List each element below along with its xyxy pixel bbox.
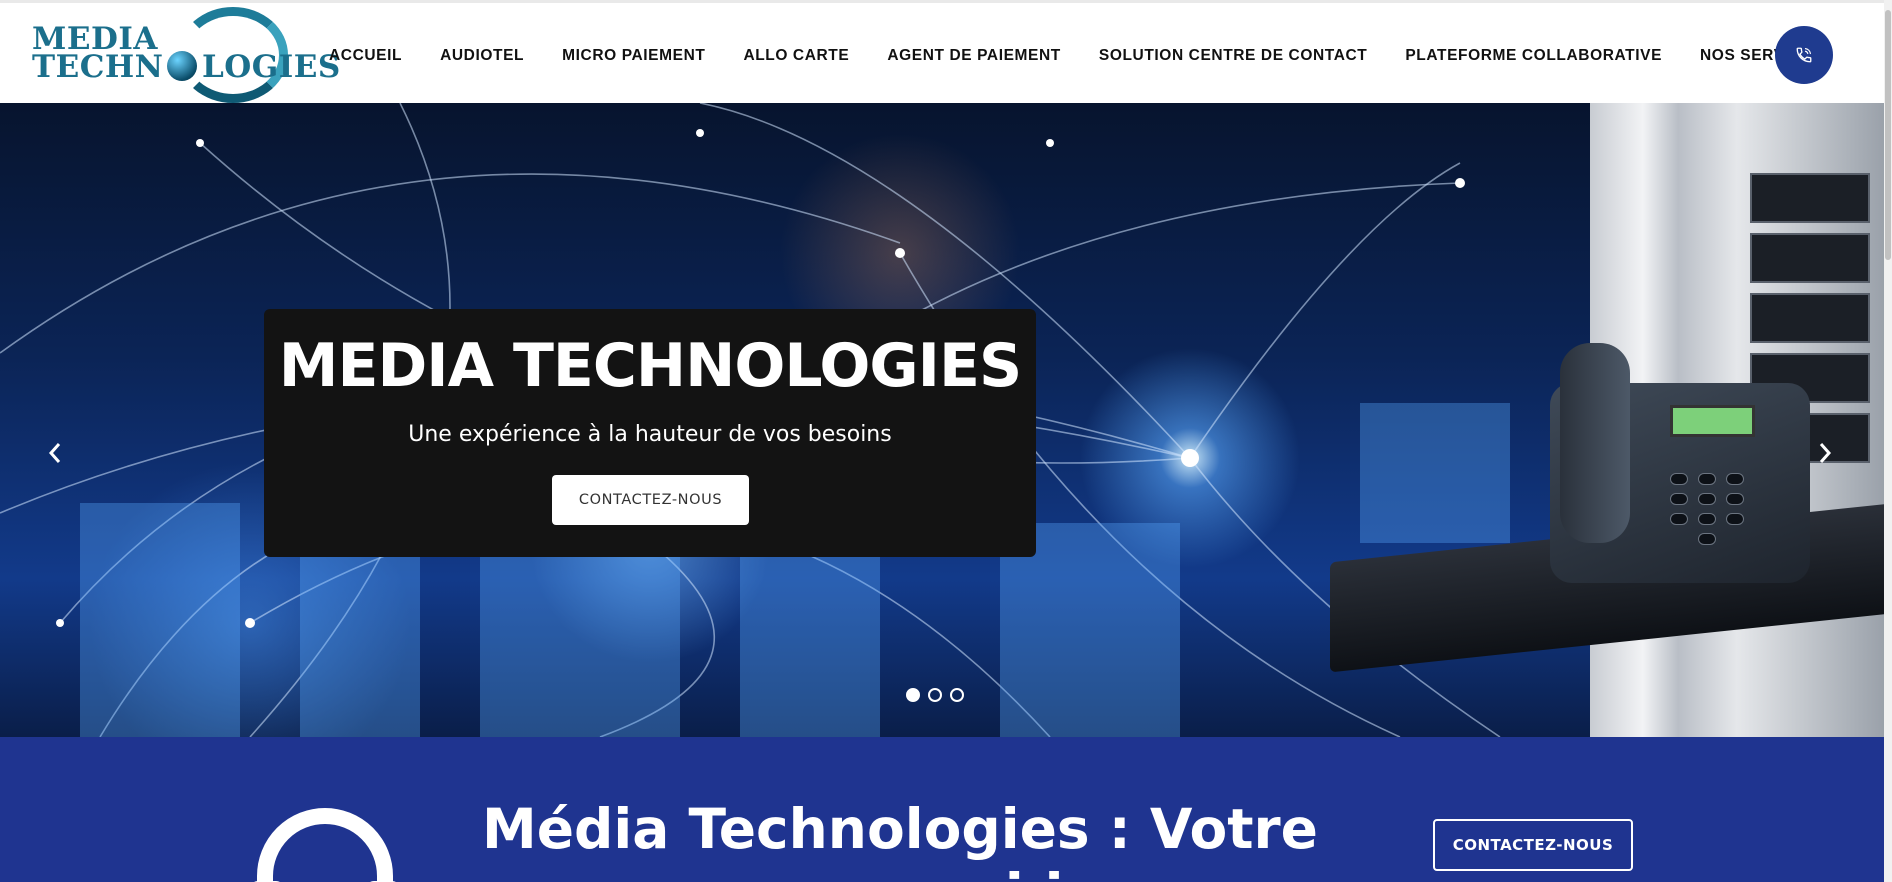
slider-pagination: [906, 688, 964, 702]
phone-call-button[interactable]: [1775, 26, 1833, 84]
nav-item-solution-centre-de-contact[interactable]: SOLUTION CENTRE DE CONTACT: [1099, 47, 1367, 65]
phone-key: [1726, 473, 1744, 485]
desk-phone-graphic: [1550, 343, 1810, 583]
slider-dot-1[interactable]: [906, 688, 920, 702]
hero-title: MEDIA TECHNOLOGIES: [278, 331, 1022, 401]
slider-dot-3[interactable]: [950, 688, 964, 702]
phone-key: [1698, 533, 1716, 545]
phone-display: [1670, 405, 1755, 437]
phone-key: [1698, 473, 1716, 485]
logo-globe-graphic: [167, 51, 197, 81]
phone-icon: [1796, 47, 1812, 63]
site-header: MEDIA TECHN LOGIES ACCUEIL AUDIOTEL MICRO…: [0, 0, 1892, 103]
page-scrollbar[interactable]: [1884, 0, 1892, 882]
logo-text-line2-end: LOGIES: [202, 49, 341, 85]
phone-handset: [1560, 343, 1630, 543]
rack-unit: [1750, 233, 1870, 283]
phone-key: [1698, 513, 1716, 525]
band-title: Média Technologies : Votre: [482, 797, 1318, 861]
nav-item-micro-paiement[interactable]: MICRO PAIEMENT: [562, 47, 705, 65]
nav-item-audiotel[interactable]: AUDIOTEL: [440, 47, 524, 65]
phone-key: [1670, 473, 1688, 485]
phone-key: [1726, 513, 1744, 525]
phone-key: [1670, 513, 1688, 525]
scrollbar-thumb[interactable]: [1885, 10, 1891, 260]
nav-item-agent-de-paiement[interactable]: AGENT DE PAIEMENT: [887, 47, 1061, 65]
headset-icon: [254, 808, 396, 882]
nav-item-accueil[interactable]: ACCUEIL: [329, 47, 402, 65]
band-contact-button[interactable]: CONTACTEZ-NOUS: [1433, 819, 1633, 871]
phone-key: [1670, 493, 1688, 505]
phone-key: [1726, 493, 1744, 505]
rack-unit: [1750, 293, 1870, 343]
nav-item-plateforme-collaborative[interactable]: PLATEFORME COLLABORATIVE: [1405, 47, 1662, 65]
chevron-right-icon: [1819, 443, 1832, 463]
nav-item-allo-carte[interactable]: ALLO CARTE: [743, 47, 849, 65]
hero-caption-card: MEDIA TECHNOLOGIES Une expérience à la h…: [264, 309, 1036, 557]
hero-contact-button[interactable]: CONTACTEZ-NOUS: [552, 475, 749, 525]
slider-dot-2[interactable]: [928, 688, 942, 702]
logo-text-line2-start: TECHN: [32, 49, 164, 85]
main-navigation: ACCUEIL AUDIOTEL MICRO PAIEMENT ALLO CAR…: [329, 47, 1823, 65]
slider-prev-button[interactable]: [40, 433, 70, 473]
logo-text-line2: TECHN LOGIES: [32, 49, 340, 85]
hero-subtitle: Une expérience à la hauteur de vos besoi…: [408, 422, 892, 447]
intro-band: Média Technologies : Votre p... m.... ..…: [0, 737, 1884, 882]
chevron-left-icon: [48, 443, 61, 463]
media-technologies-logo[interactable]: MEDIA TECHN LOGIES: [30, 7, 340, 103]
rack-unit: [1750, 173, 1870, 223]
slider-next-button[interactable]: [1810, 433, 1840, 473]
phone-key: [1698, 493, 1716, 505]
band-title-line2: p... m.... ... ..i.i..: [600, 862, 1105, 882]
hero-slider: MEDIA TECHNOLOGIES Une expérience à la h…: [0, 103, 1884, 737]
